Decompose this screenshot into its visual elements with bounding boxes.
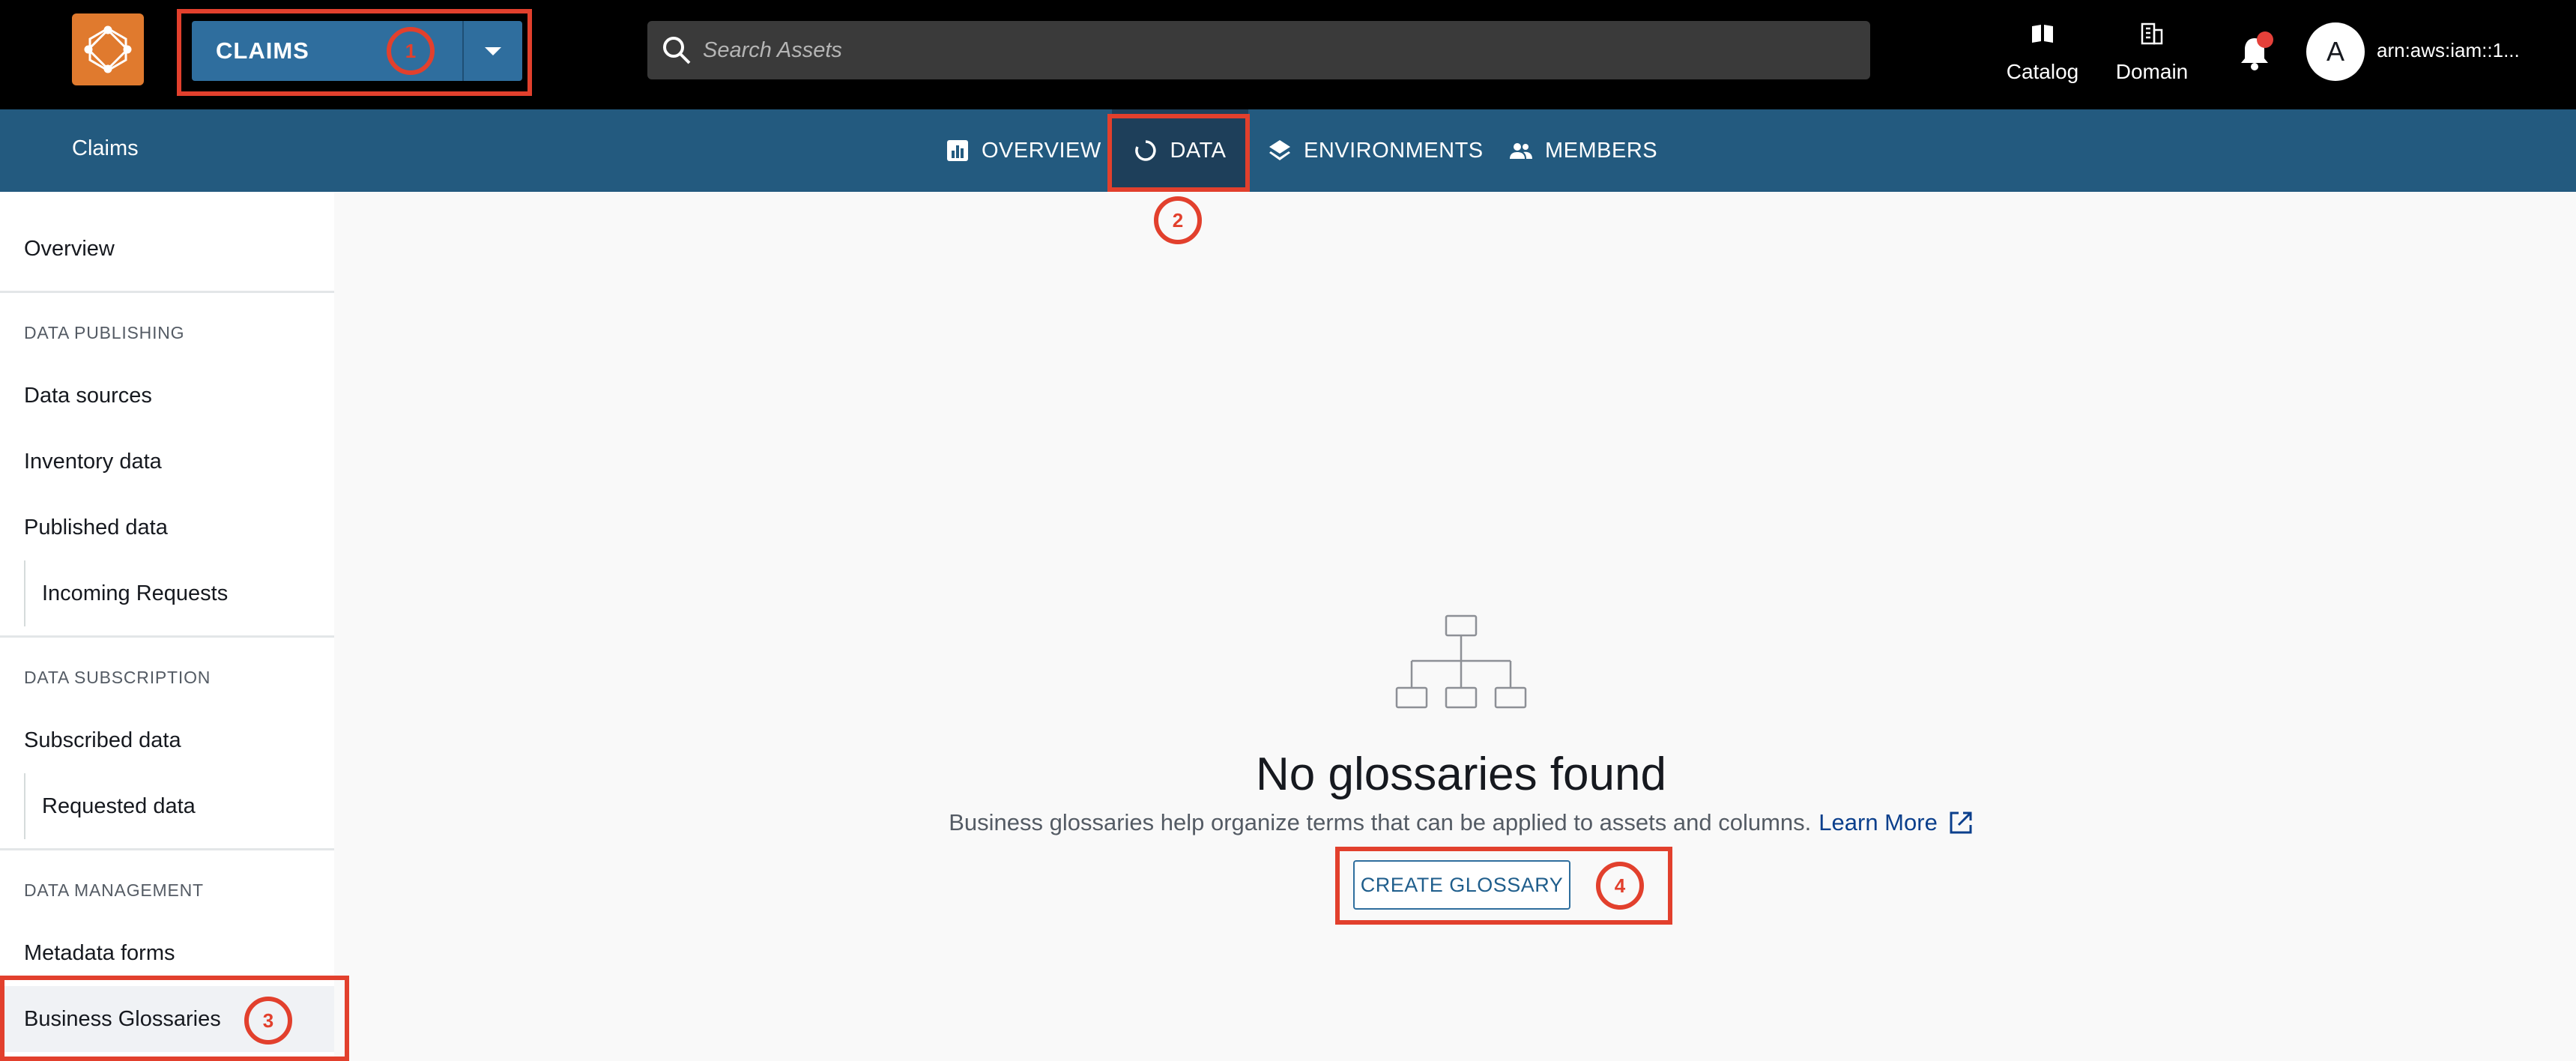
callout-number-1: 1	[387, 27, 435, 75]
sidebar-item-label: Data sources	[24, 383, 152, 408]
search-bar[interactable]	[647, 21, 1870, 79]
sidebar-item-subscribed-data[interactable]: Subscribed data	[0, 707, 334, 773]
callout-number-4: 4	[1596, 862, 1644, 910]
sidebar-item-label: Published data	[24, 515, 168, 539]
sidebar-item-label: Overview	[24, 236, 115, 261]
layers-icon	[1269, 140, 1290, 160]
sidebar-item-overview[interactable]: Overview	[0, 216, 334, 282]
tab-members[interactable]: MEMBERS	[1509, 109, 1657, 192]
sidebar-divider	[0, 291, 334, 293]
callout-box-3	[0, 976, 349, 1061]
sidebar-item-data-sources[interactable]: Data sources	[0, 363, 334, 429]
project-subnav: Claims OVERVIEW DATA ENVIRONMENTS MEMBER…	[0, 109, 2576, 192]
sidebar-item-inventory-data[interactable]: Inventory data	[0, 429, 334, 495]
callout-box-2	[1107, 114, 1250, 192]
nav-catalog[interactable]: Catalog	[1996, 21, 2089, 84]
sidebar-item-label: Inventory data	[24, 449, 162, 474]
external-link-icon	[1950, 811, 1972, 834]
callout-box-1	[177, 9, 532, 96]
search-icon	[659, 33, 694, 67]
tab-overview[interactable]: OVERVIEW	[946, 109, 1101, 192]
app-logo[interactable]	[72, 13, 144, 85]
sidebar-divider	[0, 635, 334, 638]
bar-chart-icon	[947, 140, 968, 161]
tab-environments-label: ENVIRONMENTS	[1304, 138, 1484, 163]
empty-state-title: No glossaries found	[1256, 749, 1666, 800]
notification-badge	[2257, 31, 2273, 48]
learn-more-link[interactable]: Learn More	[1818, 809, 1974, 836]
search-input[interactable]	[703, 24, 1870, 76]
nav-domain-label: Domain	[2115, 60, 2189, 83]
tab-environments[interactable]: ENVIRONMENTS	[1268, 109, 1484, 192]
notifications-button[interactable]	[2233, 31, 2276, 75]
section-heading-data-subscription: DATA SUBSCRIPTION	[24, 668, 211, 687]
avatar[interactable]: A	[2306, 22, 2365, 81]
project-title: Claims	[72, 136, 139, 160]
section-heading-data-publishing: DATA PUBLISHING	[24, 323, 185, 342]
user-name[interactable]: arn:aws:iam::1...	[2377, 39, 2520, 62]
logo-icon	[84, 25, 132, 73]
nest-indicator	[24, 773, 25, 839]
empty-state-description-text: Business glossaries help organize terms …	[949, 809, 1812, 835]
sidebar-item-label: Incoming Requests	[42, 581, 229, 605]
tab-overview-label: OVERVIEW	[982, 138, 1101, 163]
nav-domain[interactable]: Domain	[2105, 21, 2198, 84]
people-icon	[1510, 143, 1532, 159]
sidebar: Overview DATA PUBLISHING Data sources In…	[0, 192, 334, 1061]
sidebar-item-requested-data[interactable]: Requested data	[0, 773, 334, 839]
sidebar-item-label: Requested data	[42, 794, 196, 818]
building-icon	[2141, 22, 2163, 45]
sidebar-divider	[0, 848, 334, 850]
learn-more-label: Learn More	[1818, 809, 1938, 835]
callout-number-2: 2	[1154, 196, 1202, 244]
sidebar-item-label: Subscribed data	[24, 728, 181, 752]
sidebar-item-published-data[interactable]: Published data	[0, 495, 334, 560]
hierarchy-icon	[1395, 614, 1527, 709]
section-heading-data-management: DATA MANAGEMENT	[24, 880, 204, 900]
catalog-book-icon	[2032, 25, 2053, 43]
nav-catalog-label: Catalog	[2006, 60, 2079, 83]
nest-indicator	[24, 560, 25, 626]
callout-number-3: 3	[244, 997, 292, 1045]
sidebar-item-label: Metadata forms	[24, 940, 175, 965]
empty-state-description: Business glossaries help organize terms …	[914, 809, 2008, 836]
tab-members-label: MEMBERS	[1545, 138, 1658, 163]
sidebar-item-incoming-requests[interactable]: Incoming Requests	[0, 560, 334, 626]
